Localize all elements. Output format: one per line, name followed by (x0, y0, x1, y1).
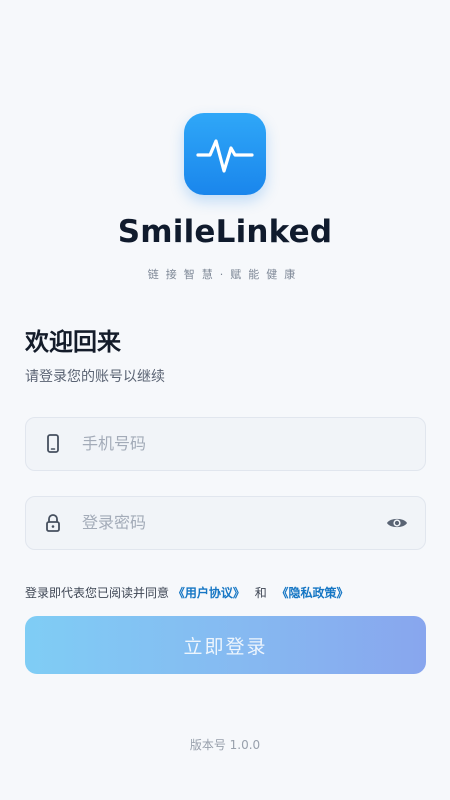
login-screen: SmileLinked 链接智慧·赋能健康 欢迎回来 请登录您的账号以继续 登录… (0, 0, 450, 800)
privacy-policy-link[interactable]: 《隐私政策》 (277, 586, 349, 600)
agreement-prefix: 登录即代表您已阅读并同意 (25, 586, 170, 600)
lock-icon (46, 514, 60, 532)
phone-input[interactable] (80, 418, 380, 469)
welcome-title: 欢迎回来 (25, 328, 121, 356)
phone-field[interactable] (25, 417, 426, 471)
welcome-subtitle: 请登录您的账号以继续 (25, 369, 165, 385)
pulse-wave-icon (196, 139, 254, 173)
phone-icon (47, 434, 59, 453)
app-logo (184, 113, 266, 195)
version-label: 版本号 1.0.0 (189, 738, 261, 752)
agreement-text: 登录即代表您已阅读并同意 《用户协议》 和 《隐私政策》 (25, 584, 349, 601)
password-input[interactable] (80, 497, 380, 548)
app-tagline: 链接智慧·赋能健康 (147, 268, 303, 281)
login-button[interactable]: 立即登录 (25, 616, 426, 674)
app-name: SmileLinked (117, 214, 333, 250)
eye-icon[interactable] (385, 511, 409, 535)
password-field[interactable] (25, 496, 426, 550)
agreement-conjunction: 和 (254, 586, 267, 600)
user-agreement-link[interactable]: 《用户协议》 (173, 586, 245, 600)
